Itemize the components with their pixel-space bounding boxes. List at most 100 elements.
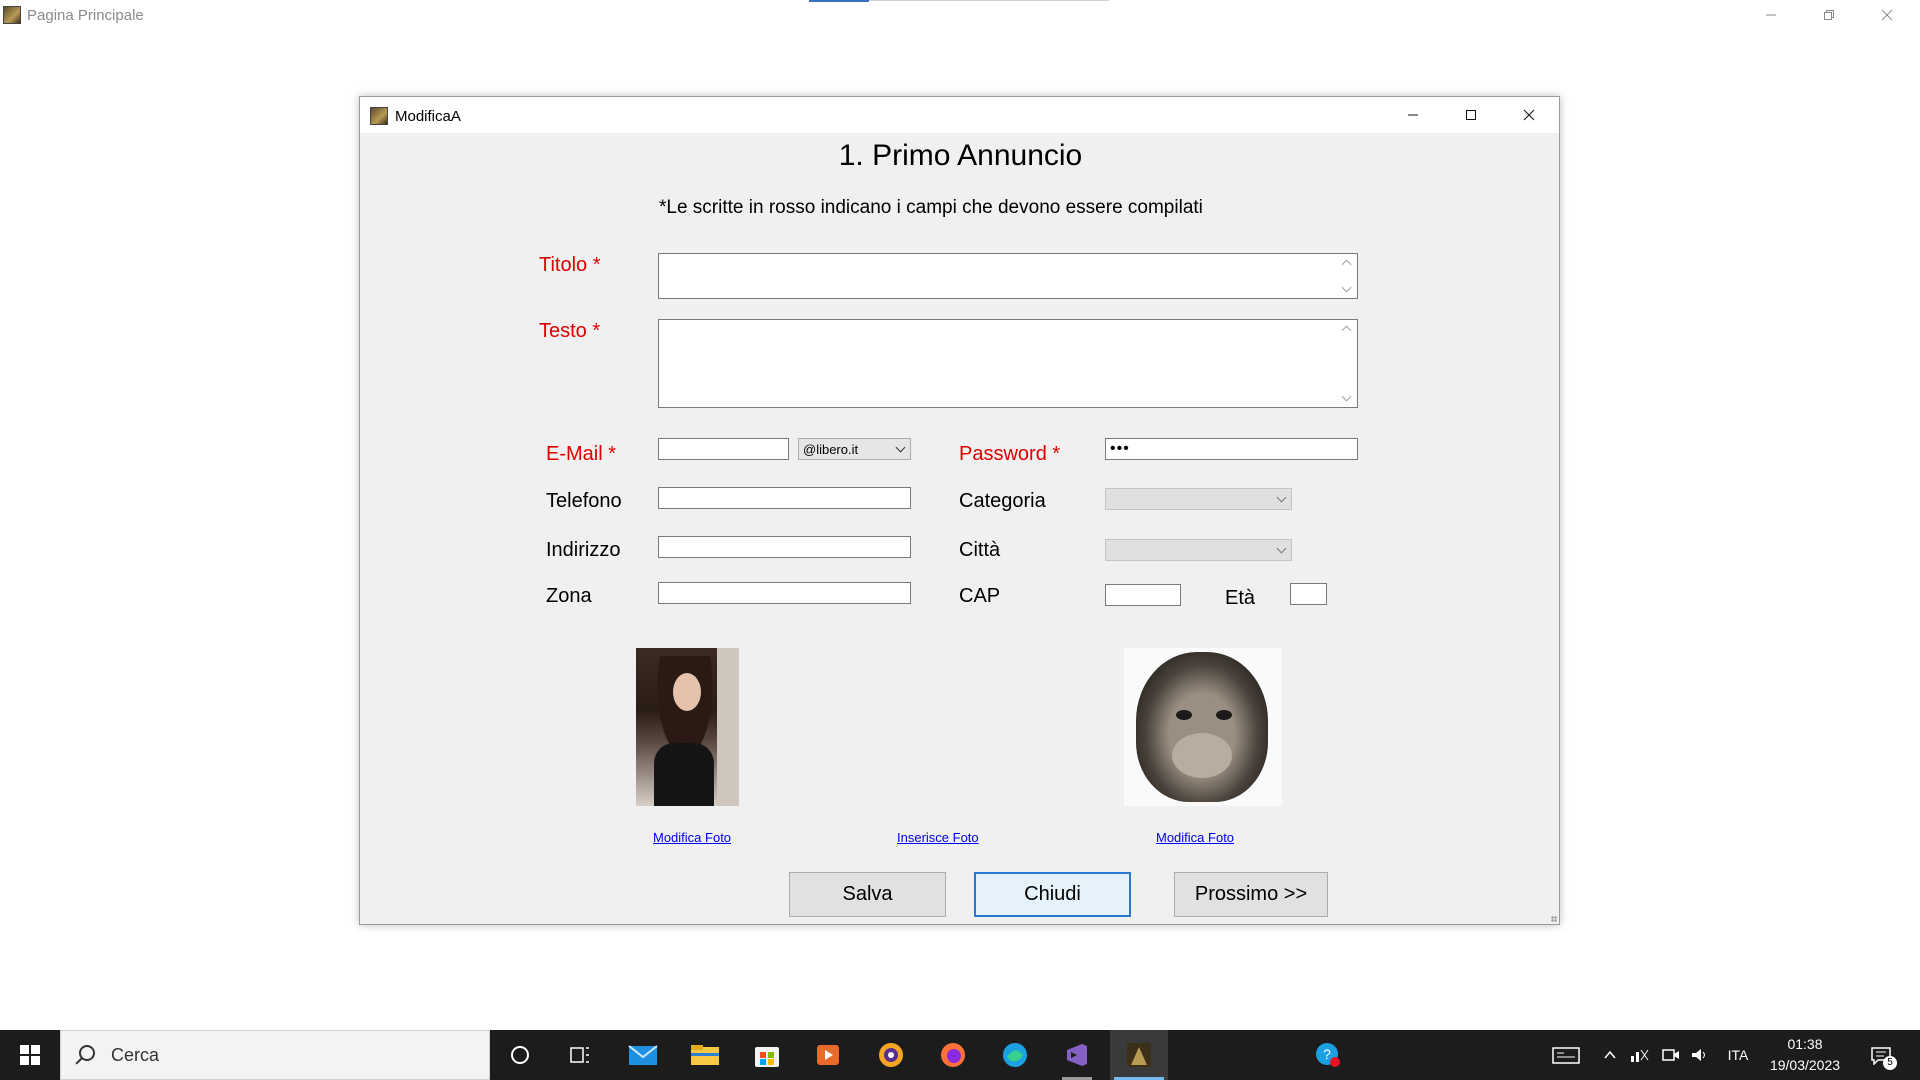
minimize-button[interactable]: [1742, 0, 1800, 30]
required-fields-note: *Le scritte in rosso indicano i campi ch…: [659, 197, 1203, 218]
current-app-button[interactable]: [1110, 1030, 1168, 1080]
modifica-foto-2-link[interactable]: Modifica Foto: [1156, 830, 1234, 845]
media-player-button[interactable]: [799, 1030, 857, 1080]
zona-field[interactable]: [658, 582, 911, 604]
photo-monkey-eye: [1176, 710, 1192, 720]
indirizzo-field[interactable]: [658, 536, 911, 558]
taskbar-clock[interactable]: 01:38 19/03/2023: [1760, 1034, 1850, 1076]
store-icon: [755, 1047, 779, 1067]
tab-strip-active: [809, 0, 869, 2]
close-icon: [1523, 109, 1535, 121]
dialog-app-icon: [370, 107, 388, 125]
firefox-button[interactable]: [924, 1030, 982, 1080]
inserisce-foto-link[interactable]: Inserisce Foto: [897, 830, 979, 845]
photo-face: [673, 673, 701, 711]
maximize-icon: [1466, 110, 1476, 120]
main-window-title: Pagina Principale: [27, 7, 144, 24]
categoria-select[interactable]: [1105, 488, 1292, 510]
app-icon: [3, 6, 21, 24]
svg-text:?: ?: [1323, 1046, 1331, 1062]
photo-background: [717, 648, 739, 806]
cortana-icon: [511, 1046, 529, 1064]
telefono-field[interactable]: [658, 487, 911, 509]
file-explorer-button[interactable]: [676, 1030, 734, 1080]
firefox-icon: [941, 1043, 965, 1067]
show-hidden-icons-button[interactable]: [1600, 1030, 1620, 1080]
scroll-down-icon[interactable]: [1341, 285, 1351, 293]
password-field[interactable]: •••: [1105, 438, 1358, 460]
restore-button[interactable]: [1800, 0, 1858, 30]
testo-label: Testo *: [539, 320, 601, 342]
prossimo-button[interactable]: Prossimo >>: [1174, 872, 1328, 917]
email-label: E-Mail *: [546, 443, 617, 465]
input-language-button[interactable]: ITA: [1726, 1030, 1750, 1080]
citta-select[interactable]: [1105, 539, 1292, 561]
eta-field[interactable]: [1290, 583, 1327, 605]
chiudi-button[interactable]: Chiudi: [974, 872, 1131, 917]
dialog-titlebar: ModificaA: [360, 97, 1559, 133]
meet-now-button[interactable]: [1660, 1030, 1682, 1080]
mail-icon: [628, 1045, 658, 1065]
email-domain-select[interactable]: @libero.it: [798, 438, 911, 460]
citta-label: Città: [959, 539, 1001, 561]
edge-browser-button[interactable]: [986, 1030, 1044, 1080]
close-button[interactable]: [1858, 0, 1916, 30]
testo-textarea[interactable]: [658, 319, 1358, 408]
network-icon: [1631, 1049, 1649, 1062]
dialog-minimize-button[interactable]: [1384, 97, 1442, 133]
visual-studio-icon: [1067, 1044, 1087, 1066]
help-button[interactable]: ?: [1299, 1030, 1357, 1080]
help-icon: ?: [1316, 1043, 1340, 1067]
titolo-label: Titolo *: [539, 254, 601, 276]
modifica-dialog: ModificaA 1. Primo Annuncio *Le scritte …: [359, 96, 1560, 925]
media-player-icon: [817, 1045, 839, 1065]
cortana-button[interactable]: [491, 1030, 549, 1080]
photo-monkey-muzzle: [1172, 733, 1232, 778]
resize-grip[interactable]: [1551, 916, 1557, 922]
eta-label: Età: [1225, 587, 1256, 609]
visual-studio-button[interactable]: [1048, 1030, 1106, 1080]
task-view-button[interactable]: [551, 1030, 609, 1080]
titolo-textarea[interactable]: [658, 253, 1358, 299]
search-placeholder: Cerca: [111, 1045, 160, 1065]
chevron-down-icon: [1276, 543, 1287, 554]
folder-icon: [691, 1045, 719, 1065]
close-icon: [1881, 9, 1893, 21]
notification-count-badge: 5: [1883, 1056, 1897, 1070]
dialog-maximize-button[interactable]: [1442, 97, 1500, 133]
dialog-close-button[interactable]: [1500, 97, 1558, 133]
edge-browser-icon: [1003, 1043, 1027, 1067]
volume-button[interactable]: [1688, 1030, 1712, 1080]
main-window-titlebar: Pagina Principale: [0, 0, 1920, 30]
scroll-down-icon[interactable]: [1341, 394, 1351, 402]
email-field[interactable]: [658, 438, 789, 460]
minimize-icon: [1766, 14, 1776, 16]
telefono-label: Telefono: [546, 490, 622, 512]
taskbar-search-box[interactable]: Cerca: [60, 1030, 490, 1080]
network-button[interactable]: [1627, 1030, 1651, 1080]
brave-browser-button[interactable]: [862, 1030, 920, 1080]
minimize-icon: [1408, 114, 1418, 116]
touch-keyboard-button[interactable]: [1548, 1030, 1584, 1080]
photo-dress: [654, 743, 714, 806]
cap-field[interactable]: [1105, 584, 1181, 606]
taskbar: Cerca ? ITA 01:38 19/03/2023 5: [0, 1030, 1920, 1080]
photo-1: [636, 648, 739, 806]
brave-browser-icon: [879, 1043, 903, 1067]
volume-icon: [1692, 1049, 1705, 1061]
store-app-button[interactable]: [738, 1030, 796, 1080]
modifica-foto-1-link[interactable]: Modifica Foto: [653, 830, 731, 845]
action-center-button[interactable]: [1866, 1030, 1896, 1080]
keyboard-icon: [1552, 1047, 1580, 1064]
camera-icon: [1662, 1049, 1679, 1061]
task-view-icon: [570, 1047, 589, 1063]
mail-app-button[interactable]: [614, 1030, 672, 1080]
search-icon: [79, 1045, 95, 1061]
photo-monkey-head: [1136, 652, 1268, 802]
scroll-up-icon[interactable]: [1341, 258, 1351, 266]
categoria-label: Categoria: [959, 490, 1046, 512]
email-domain-value: @libero.it: [803, 442, 859, 457]
start-button[interactable]: [0, 1030, 60, 1080]
scroll-up-icon[interactable]: [1341, 324, 1351, 332]
salva-button[interactable]: Salva: [789, 872, 946, 917]
